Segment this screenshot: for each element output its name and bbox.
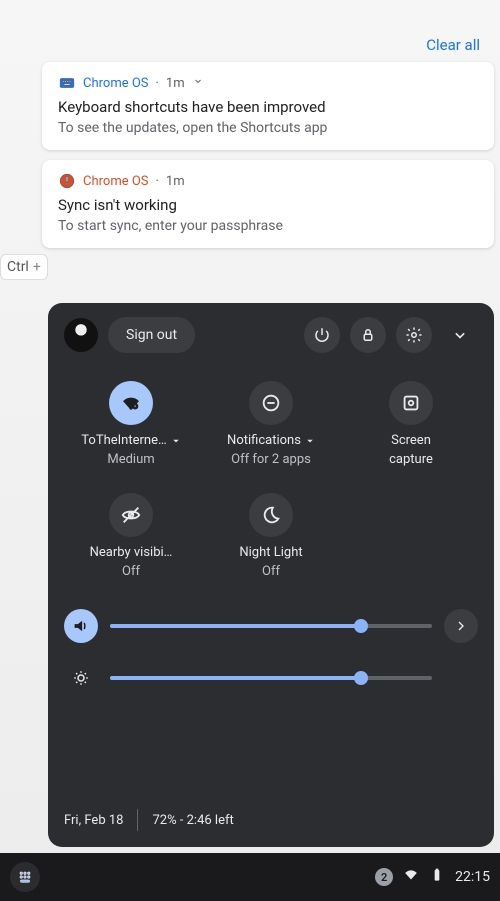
notification-source: Chrome OS (83, 174, 149, 189)
wifi-tray-icon (403, 867, 419, 887)
screen-capture-label-b: capture (389, 452, 433, 467)
launcher-button[interactable] (10, 862, 40, 892)
notifications-tile: Notifications Off for 2 apps (204, 381, 338, 467)
notification-card[interactable]: Chrome OS · 1m Sync isn't working To sta… (42, 160, 494, 248)
notification-title: Sync isn't working (58, 196, 478, 214)
brightness-slider-row (64, 661, 478, 695)
caret-down-icon (305, 436, 315, 446)
night-light-sublabel: Off (262, 564, 280, 579)
audio-settings-button[interactable] (444, 609, 478, 643)
volume-slider-fill (110, 624, 361, 628)
volume-slider[interactable] (110, 624, 432, 628)
quick-settings-grid-2: Nearby visibi… Off Night Light Off (64, 493, 478, 579)
alert-icon (58, 172, 76, 190)
power-button[interactable] (304, 317, 340, 353)
battery-tray-icon (429, 867, 445, 887)
night-light-icon[interactable] (249, 493, 293, 537)
nearby-sublabel: Off (122, 564, 140, 579)
clear-all-button[interactable]: Clear all (42, 30, 494, 62)
notification-body: To see the updates, open the Shortcuts a… (58, 120, 478, 136)
separator (137, 809, 138, 831)
screen-capture-icon[interactable] (389, 381, 433, 425)
screen-capture-tile: Screen capture (344, 381, 478, 467)
screen-capture-label-a: Screen (391, 433, 431, 448)
volume-icon[interactable] (64, 609, 98, 643)
notification-body: To start sync, enter your passphrase (58, 218, 478, 234)
notification-time: 1m (166, 174, 185, 189)
notification-source: Chrome OS (83, 76, 149, 91)
notification-card[interactable]: Chrome OS · 1m Keyboard shortcuts have b… (42, 62, 494, 150)
notification-area: Clear all Chrome OS · 1m Keyboard shortc… (42, 30, 494, 258)
ctrl-key-label: Ctrl (7, 259, 29, 275)
quick-settings-top-row: Sign out (64, 317, 478, 353)
night-light-tile: Night Light Off (204, 493, 338, 579)
collapse-button[interactable] (442, 317, 478, 353)
volume-slider-thumb[interactable] (354, 619, 368, 633)
notification-count-badge: 2 (375, 868, 393, 886)
dot-separator: · (156, 174, 159, 189)
night-light-label: Night Light (239, 545, 302, 560)
quick-settings-grid: ToTheInterne… Medium Notifications Off f… (64, 381, 478, 467)
brightness-slider[interactable] (110, 676, 432, 680)
brightness-icon[interactable] (64, 661, 98, 695)
volume-slider-row (64, 609, 478, 643)
settings-button[interactable] (396, 317, 432, 353)
chevron-down-icon[interactable] (192, 75, 204, 91)
battery-label: 72% - 2:46 left (152, 813, 233, 828)
visibility-off-icon[interactable] (109, 493, 153, 537)
dnd-icon[interactable] (249, 381, 293, 425)
notification-time: 1m (166, 76, 185, 91)
wifi-tile: ToTheInterne… Medium (64, 381, 198, 467)
shelf: 2 22:15 (0, 853, 500, 901)
date-label: Fri, Feb 18 (64, 813, 123, 828)
nearby-label: Nearby visibi… (90, 545, 173, 560)
sign-out-button[interactable]: Sign out (108, 317, 195, 353)
wifi-sublabel: Medium (107, 452, 154, 467)
ctrl-key-chip: Ctrl + (0, 254, 48, 280)
plus-icon: + (33, 259, 41, 275)
wifi-icon[interactable] (109, 381, 153, 425)
notifications-sublabel: Off for 2 apps (231, 452, 311, 467)
quick-settings-footer: Fri, Feb 18 72% - 2:46 left (64, 809, 478, 831)
notification-title: Keyboard shortcuts have been improved (58, 98, 478, 116)
keyboard-icon (58, 74, 76, 92)
status-tray[interactable]: 2 22:15 (375, 867, 490, 887)
notification-header: Chrome OS · 1m (58, 74, 478, 92)
brightness-slider-fill (110, 676, 361, 680)
avatar[interactable] (64, 318, 98, 352)
notifications-label[interactable]: Notifications (227, 433, 315, 448)
caret-down-icon (171, 436, 181, 446)
nearby-tile: Nearby visibi… Off (64, 493, 198, 579)
wifi-label[interactable]: ToTheInterne… (81, 433, 180, 448)
brightness-slider-thumb[interactable] (354, 671, 368, 685)
quick-settings-panel: Sign out ToTheInterne… Medium (48, 303, 494, 847)
sliders-section (64, 609, 478, 713)
dot-separator: · (156, 76, 159, 91)
lock-button[interactable] (350, 317, 386, 353)
clock-label: 22:15 (455, 869, 490, 885)
notification-header: Chrome OS · 1m (58, 172, 478, 190)
